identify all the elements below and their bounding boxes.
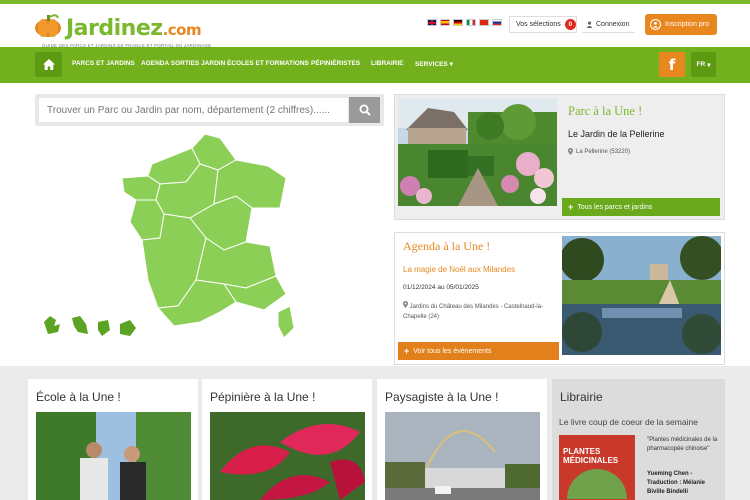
caret-down-icon: ▾: [707, 61, 711, 69]
search-input[interactable]: [39, 98, 348, 122]
book-cover-illustration: [567, 469, 627, 499]
map-pin-icon: [403, 301, 408, 308]
map-pin-icon: [568, 148, 573, 155]
nav-ecoles[interactable]: ÉCOLES ET FORMATIONS: [227, 60, 309, 67]
agenda-heading: Agenda à la Une !: [403, 239, 491, 253]
caret-down-icon: ▾: [449, 61, 453, 68]
pumpkin-icon: [35, 14, 61, 37]
agenda-location: Jardins du Château des Milandes - Castel…: [403, 301, 553, 322]
main-nav: PARCS ET JARDINS AGENDA SORTIES JARDIN É…: [0, 47, 750, 83]
flag-russia-icon[interactable]: [492, 19, 502, 26]
book-author: Yueming Chen - Traduction : Mélanie Bivi…: [647, 471, 706, 495]
site-logo[interactable]: Jardinez.com GUIDE DES PARCS ET JARDINS …: [34, 10, 211, 50]
book-title[interactable]: "Plantes médicinales de la pharmacopée c…: [647, 436, 721, 454]
map-martinique: [72, 316, 88, 334]
nav-pepinieristes[interactable]: PÉPINIÉRISTES: [311, 60, 360, 67]
agenda-event-title[interactable]: La magie de Noël aux Milandes: [403, 265, 515, 274]
paysagiste-une-card: Paysagiste à la Une !: [377, 379, 547, 500]
paysagiste-heading: Paysagiste à la Une !: [385, 390, 499, 404]
brand-name: Jardinez.com: [66, 16, 202, 41]
agenda-dates: 01/12/2024 au 05/01/2025: [403, 284, 479, 291]
pepiniere-photo[interactable]: [210, 412, 365, 500]
parc-une-card: Parc à la Une ! Le Jardin de la Pellerin…: [394, 94, 725, 220]
connexion-label: Connexion: [596, 20, 630, 28]
map-reunion: [120, 320, 136, 336]
nav-services[interactable]: SERVICES ▾: [415, 60, 453, 68]
ecole-heading: École à la Une !: [36, 390, 121, 404]
nav-parcs-jardins[interactable]: PARCS ET JARDINS: [72, 60, 135, 67]
map-guadeloupe: [44, 316, 60, 334]
librairie-heading: Librairie: [560, 390, 603, 404]
search-button[interactable]: [349, 97, 380, 123]
connexion-link[interactable]: Connexion: [582, 16, 635, 33]
flag-italy-icon[interactable]: [466, 19, 476, 26]
parc-photo[interactable]: [398, 98, 557, 206]
parc-location: La Pellerine (53220): [568, 148, 630, 155]
flag-germany-icon[interactable]: [453, 19, 463, 26]
inscription-label: Inscription pro: [665, 21, 709, 28]
pepiniere-heading: Pépinière à la Une !: [210, 390, 316, 404]
map-region-corse: [277, 305, 295, 339]
user-icon: [586, 20, 593, 28]
plus-icon: +: [404, 346, 410, 356]
home-button[interactable]: [35, 52, 62, 77]
map-region-pays-loire: [129, 199, 165, 241]
search-icon: [359, 104, 371, 116]
agenda-photo[interactable]: [562, 236, 721, 355]
selections-label: Vos sélections: [516, 21, 561, 28]
parc-title[interactable]: Le Jardin de la Pellerine: [568, 129, 665, 139]
ecole-photo[interactable]: [36, 412, 191, 500]
selections-button[interactable]: Vos sélections 0: [509, 16, 577, 33]
facebook-icon: f: [668, 55, 676, 74]
map-guyane: [98, 320, 110, 336]
home-icon: [42, 59, 55, 70]
top-header: Jardinez.com GUIDE DES PARCS ET JARDINS …: [0, 0, 750, 50]
language-flags: [427, 19, 502, 26]
paysagiste-photo[interactable]: [385, 412, 540, 500]
flag-china-icon[interactable]: [479, 19, 489, 26]
bottom-section: École à la Une ! Pépinière à la Une ! Pa…: [0, 366, 750, 500]
plus-icon: +: [568, 202, 574, 212]
selections-count-badge: 0: [564, 19, 576, 30]
france-map[interactable]: [40, 130, 300, 340]
pepiniere-une-card: Pépinière à la Une !: [202, 379, 372, 500]
all-parks-button[interactable]: + Tous les parcs et jardins: [562, 198, 720, 216]
language-dropdown[interactable]: FR ▾: [691, 52, 716, 77]
ecole-une-card: École à la Une !: [28, 379, 198, 500]
librairie-card: Librairie Le livre coup de coeur de la s…: [552, 379, 725, 500]
all-events-button[interactable]: + Voir tous les évènements: [398, 342, 559, 360]
parc-heading: Parc à la Une !: [568, 104, 643, 118]
facebook-button[interactable]: f: [659, 52, 685, 77]
flag-spain-icon[interactable]: [440, 19, 450, 26]
inscription-pro-button[interactable]: Inscription pro: [645, 14, 717, 35]
user-circle-icon: [650, 19, 661, 30]
book-cover-text: PLANTES MÉDICINALES: [563, 447, 619, 465]
librairie-subtitle: Le livre coup de coeur de la semaine: [559, 417, 698, 427]
map-region-bretagne: [121, 175, 161, 201]
nav-agenda[interactable]: AGENDA SORTIES JARDIN: [141, 60, 225, 67]
search-bar: [35, 94, 384, 126]
agenda-une-card: Agenda à la Une ! La magie de Noël aux M…: [394, 232, 725, 365]
flag-uk-icon[interactable]: [427, 19, 437, 26]
nav-librairie[interactable]: LIBRAIRIE: [371, 60, 404, 67]
book-cover[interactable]: PLANTES MÉDICINALES: [559, 435, 635, 500]
